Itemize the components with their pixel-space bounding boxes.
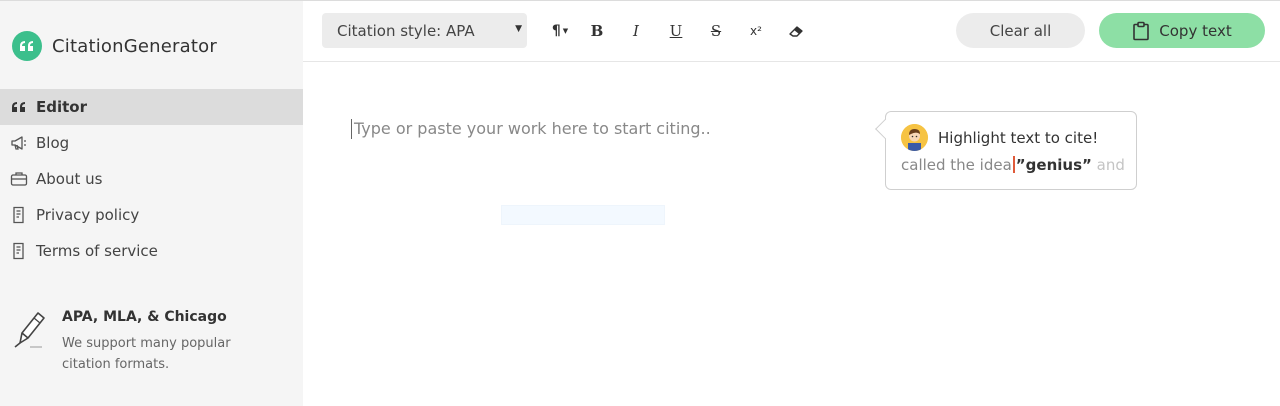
sidebar-item-about-us[interactable]: About us — [0, 161, 303, 197]
paragraph-icon: ¶ — [551, 23, 561, 39]
quote-icon — [10, 98, 28, 116]
underline-icon: U — [669, 22, 683, 40]
brand[interactable]: CitationGenerator — [12, 31, 217, 61]
citation-style-select[interactable]: Citation style: APA ▼ — [322, 13, 527, 48]
promo-title: APA, MLA, & Chicago — [62, 309, 227, 325]
sidebar-item-editor[interactable]: Editor — [0, 89, 303, 125]
sidebar: CitationGenerator Editor Blog About us P… — [0, 1, 303, 406]
briefcase-icon — [10, 170, 28, 188]
example-highlight: ”genius” — [1015, 156, 1092, 174]
sidebar-item-label: Privacy policy — [36, 206, 140, 224]
sidebar-item-terms-of-service[interactable]: Terms of service — [0, 233, 303, 269]
sidebar-item-label: About us — [36, 170, 103, 188]
clear-all-label: Clear all — [989, 21, 1052, 40]
clipboard-icon — [1133, 21, 1150, 40]
sidebar-item-privacy-policy[interactable]: Privacy policy — [0, 197, 303, 233]
pen-icon — [12, 307, 48, 351]
strikethrough-icon: S — [710, 22, 722, 40]
text-cursor — [1012, 156, 1015, 173]
clear-all-button[interactable]: Clear all — [956, 13, 1085, 48]
promo-description: We support many popular citation formats… — [62, 336, 231, 372]
editor-toolbar: Citation style: APA ▼ ¶ ▼ B I U S x² Cle… — [303, 1, 1280, 62]
document-icon — [10, 242, 28, 260]
example-before: called the idea — [901, 156, 1012, 174]
caret-down-icon: ▼ — [562, 27, 569, 35]
citation-style-value: Citation style: APA — [337, 21, 475, 40]
bold-button[interactable]: B — [584, 19, 610, 43]
underline-button[interactable]: U — [663, 19, 689, 43]
cite-hint-tooltip: Highlight text to cite! called the idea”… — [875, 111, 1137, 190]
strikethrough-button[interactable]: S — [703, 19, 729, 43]
eraser-icon — [789, 26, 803, 37]
editor-area[interactable]: Type or paste your work here to start ci… — [303, 63, 1280, 406]
paragraph-format-button[interactable]: ¶ ▼ — [547, 19, 573, 43]
superscript-icon: x² — [750, 24, 762, 38]
sidebar-item-label: Blog — [36, 134, 70, 152]
editor-input[interactable]: Type or paste your work here to start ci… — [351, 119, 851, 139]
quote-logo-icon — [12, 31, 42, 61]
bold-icon: B — [590, 22, 604, 40]
megaphone-icon — [10, 134, 28, 152]
copy-text-label: Copy text — [1159, 21, 1232, 40]
sidebar-item-blog[interactable]: Blog — [0, 125, 303, 161]
superscript-button[interactable]: x² — [743, 19, 769, 43]
sidebar-nav: Editor Blog About us Privacy policy Term… — [0, 89, 303, 269]
tooltip-example: called the idea ”genius” and — [901, 156, 1125, 174]
formats-promo: APA, MLA, & Chicago We support many popu… — [12, 307, 252, 375]
tooltip-header: Highlight text to cite! — [901, 124, 1098, 151]
sidebar-item-label: Editor — [36, 98, 87, 116]
tooltip-arrow — [875, 119, 895, 139]
app-window: CitationGenerator Editor Blog About us P… — [0, 0, 1280, 406]
italic-button[interactable]: I — [623, 19, 649, 43]
italic-icon: I — [633, 22, 639, 40]
brand-name: CitationGenerator — [52, 35, 217, 57]
caret-down-icon: ▼ — [515, 24, 522, 34]
copy-text-button[interactable]: Copy text — [1099, 13, 1265, 48]
clear-format-button[interactable] — [783, 19, 809, 43]
sidebar-item-label: Terms of service — [36, 242, 158, 260]
tooltip-title: Highlight text to cite! — [938, 128, 1099, 147]
example-after: and — [1096, 156, 1125, 174]
snip-overlay — [501, 205, 665, 225]
document-icon — [10, 206, 28, 224]
avatar-icon — [901, 124, 928, 151]
